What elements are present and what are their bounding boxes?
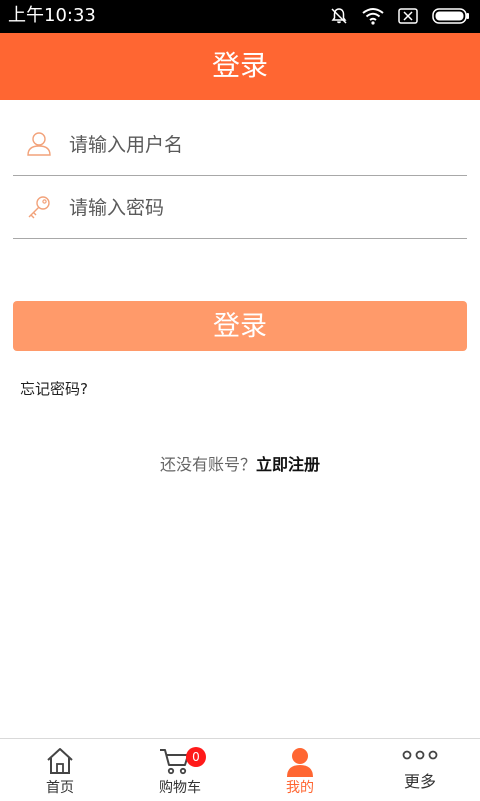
nav-item-home[interactable]: 首页 bbox=[0, 739, 120, 801]
nav-item-cart[interactable]: 购物车 bbox=[120, 739, 240, 801]
nav-label-home: 首页 bbox=[46, 780, 74, 796]
home-icon bbox=[47, 748, 73, 774]
battery-icon bbox=[432, 8, 469, 24]
username-field bbox=[13, 113, 467, 176]
app-header: 登录 bbox=[0, 33, 480, 100]
password-input[interactable] bbox=[67, 190, 451, 226]
nav-label-mine: 我的 bbox=[286, 780, 314, 796]
more-dots-icon bbox=[402, 750, 438, 760]
username-input[interactable] bbox=[67, 127, 451, 163]
nav-item-more[interactable]: 更多 bbox=[360, 739, 480, 801]
status-bar: 上午10:33 bbox=[0, 0, 480, 33]
nav-label-more: 更多 bbox=[403, 772, 436, 791]
register-prompt: 还没有账号？立即注册 bbox=[0, 454, 480, 476]
page-title: 登录 bbox=[211, 49, 268, 82]
notification-muted-icon bbox=[331, 8, 347, 24]
bottom-nav: 首页 购物车 我的 更多 0 bbox=[0, 738, 480, 801]
status-time: 上午10:33 bbox=[8, 5, 96, 26]
user-icon bbox=[27, 132, 51, 156]
register-link[interactable]: 立即注册 bbox=[256, 455, 320, 474]
status-icons bbox=[330, 6, 470, 26]
login-button[interactable]: 登录 bbox=[13, 301, 467, 351]
cart-badge: 0 bbox=[186, 747, 206, 767]
profile-icon bbox=[287, 748, 313, 777]
no-account-text: 还没有账号？ bbox=[159, 455, 256, 474]
no-sim-icon bbox=[398, 8, 418, 24]
password-field bbox=[13, 176, 467, 239]
wifi-icon bbox=[362, 8, 384, 25]
nav-item-mine[interactable]: 我的 bbox=[240, 739, 360, 801]
key-icon bbox=[28, 196, 50, 219]
nav-label-cart: 购物车 bbox=[159, 780, 201, 796]
forgot-password-link[interactable]: 忘记密码? bbox=[20, 379, 88, 399]
